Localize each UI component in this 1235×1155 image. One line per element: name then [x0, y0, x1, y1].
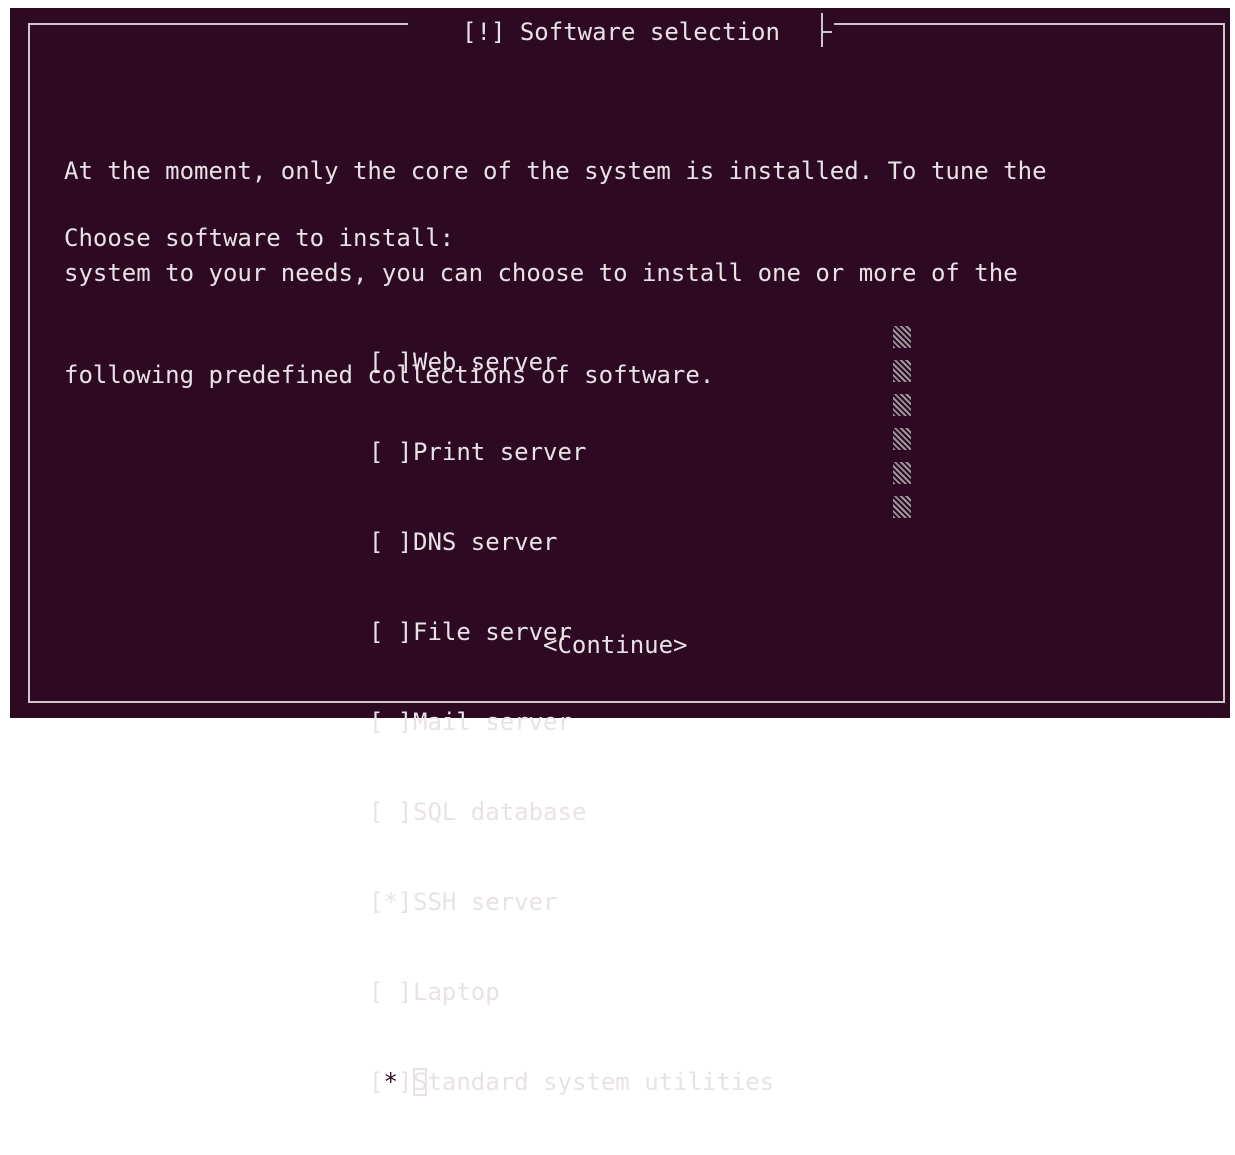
- option-label: Web server: [413, 348, 558, 376]
- option-label-rest: tandard system utilities: [427, 1068, 775, 1096]
- scrollbar-segment: [893, 462, 911, 484]
- checkbox[interactable]: [ ]: [369, 435, 413, 469]
- checkbox-open-bracket: [: [369, 1068, 384, 1096]
- intro-line: system to your needs, you can choose to …: [64, 259, 1018, 287]
- option-laptop[interactable]: [ ] Laptop: [369, 975, 774, 1009]
- option-label: Laptop: [413, 978, 500, 1006]
- option-print-server[interactable]: [ ] Print server: [369, 435, 774, 469]
- option-label: Mail server: [413, 708, 572, 736]
- dialog-title: [!] Software selection: [408, 10, 834, 54]
- title-border-tick-right: [822, 31, 832, 33]
- intro-line: At the moment, only the core of the syst…: [64, 157, 1047, 185]
- option-label: DNS server: [413, 528, 558, 556]
- checkbox[interactable]: [ ]: [369, 525, 413, 559]
- option-dns-server[interactable]: [ ] DNS server: [369, 525, 774, 559]
- checkbox[interactable]: [ ]: [369, 615, 413, 649]
- list-scrollbar[interactable]: [893, 326, 911, 526]
- title-border-bracket-right: [821, 13, 823, 47]
- option-web-server[interactable]: [ ] Web server: [369, 345, 774, 379]
- option-mail-server[interactable]: [ ] Mail server: [369, 705, 774, 739]
- checkbox[interactable]: [ ]: [369, 345, 413, 379]
- option-label: SSH server: [413, 888, 558, 916]
- option-label: SQL database: [413, 798, 587, 826]
- checkbox[interactable]: [ ]: [369, 795, 413, 829]
- checkbox[interactable]: [*]: [369, 885, 413, 919]
- continue-button[interactable]: <Continue>: [543, 628, 688, 662]
- checkbox-mark-cursor[interactable]: *: [383, 1065, 398, 1099]
- option-sql-database[interactable]: [ ] SQL database: [369, 795, 774, 829]
- option-standard-system-utilities[interactable]: [*] Standard system utilities: [369, 1065, 774, 1099]
- option-label-first-letter: S: [413, 1068, 428, 1096]
- choose-prompt: Choose software to install:: [64, 224, 455, 252]
- option-ssh-server[interactable]: [*] SSH server: [369, 885, 774, 919]
- checkbox[interactable]: [ ]: [369, 975, 413, 1009]
- terminal-window: [!] Software selection At the moment, on…: [10, 8, 1230, 1099]
- software-option-list[interactable]: [ ] Web server [ ] Print server [ ] DNS …: [369, 289, 774, 1155]
- checkbox-close-bracket: ]: [397, 1068, 413, 1096]
- scrollbar-segment: [893, 360, 911, 382]
- screen: [!] Software selection At the moment, on…: [0, 0, 1235, 1099]
- scrollbar-segment: [893, 394, 911, 416]
- checkbox[interactable]: [*]: [369, 1065, 413, 1099]
- scrollbar-segment: [893, 496, 911, 518]
- scrollbar-segment: [893, 428, 911, 450]
- checkbox[interactable]: [ ]: [369, 705, 413, 739]
- option-label: Standard system utilities: [413, 1065, 774, 1099]
- scrollbar-segment: [893, 326, 911, 348]
- option-label: Print server: [413, 438, 587, 466]
